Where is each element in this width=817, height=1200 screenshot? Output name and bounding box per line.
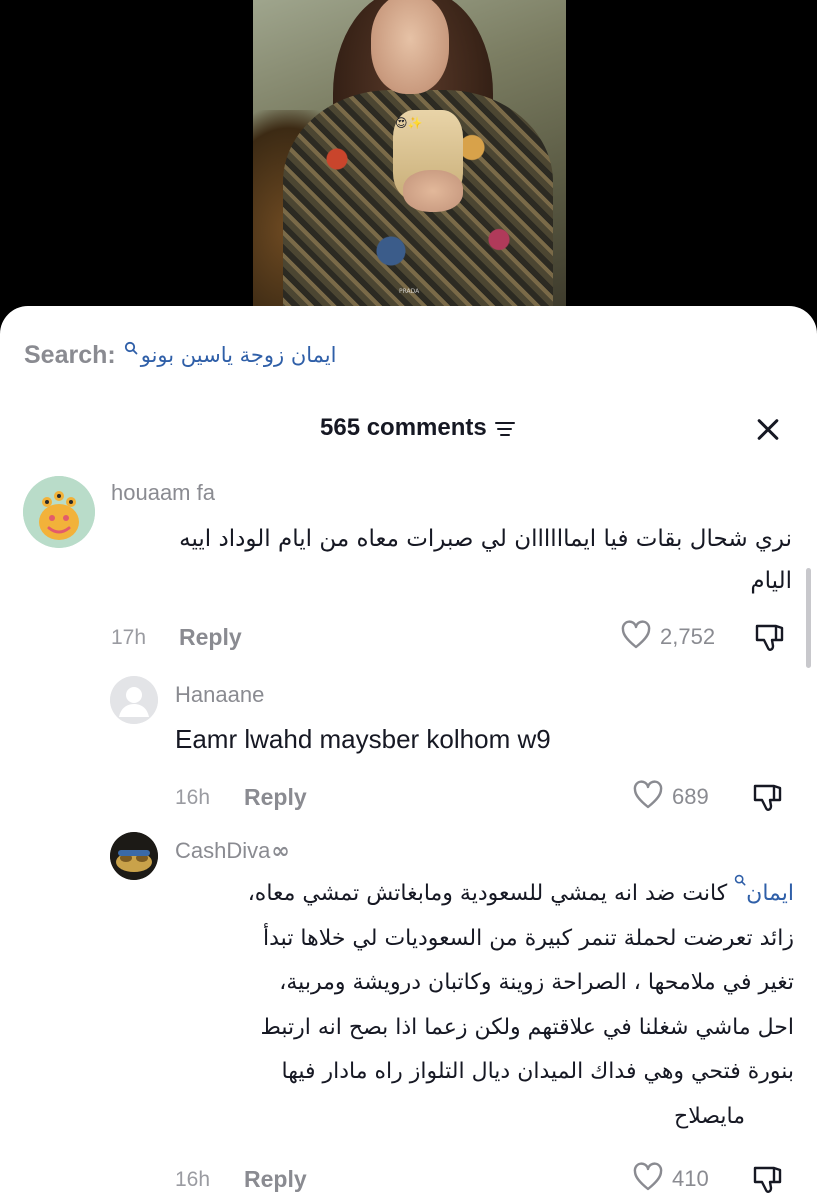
video-watermark: PRADA <box>399 288 420 295</box>
video-frame[interactable]: 😍✨ PRADA <box>253 0 566 306</box>
comment-text: ايمان كانت ضد انه يمشي للسعودية ومابغاتش… <box>160 872 794 1139</box>
comments-count-label: 565 comments <box>320 414 487 441</box>
avatar[interactable] <box>23 476 95 548</box>
mention-text[interactable]: ايمان <box>746 881 794 906</box>
comment-username-text[interactable]: CashDiva <box>175 838 270 863</box>
comment-text-line: تغير في ملامحها ، الصراحة زوينة وكاتبان … <box>279 970 794 995</box>
heart-icon[interactable] <box>620 620 652 654</box>
reply-button[interactable]: Reply <box>244 1166 307 1193</box>
comments-header: 565 comments <box>0 410 817 450</box>
dislike-icon[interactable] <box>750 782 786 818</box>
scrollbar[interactable] <box>806 568 811 668</box>
video-subject-face <box>371 0 449 94</box>
comment-text-segment: كانت ضد انه يمشي للسعودية ومابغاتش تمشي … <box>247 881 728 906</box>
close-icon[interactable] <box>748 410 788 450</box>
search-icon <box>734 874 746 886</box>
comment-text-line: بنورة فتحي وهي فداك الميدان ديال التلواز… <box>281 1059 795 1084</box>
like-count: 2,752 <box>660 624 716 649</box>
filter-icon[interactable] <box>494 420 515 436</box>
comment-time: 17h <box>111 626 147 649</box>
comment-actions: 16h Reply 410 <box>175 1162 817 1198</box>
comment-item: Hanaane Eamr lwahd maysber kolhom w9 16h… <box>0 676 817 816</box>
comment-username[interactable]: Hanaane <box>175 682 264 708</box>
comment-text-line: احل ماشي شغلنا في علاقتهم ولكن زعما اذا … <box>260 1014 794 1040</box>
reply-button[interactable]: Reply <box>244 784 307 811</box>
comment-text-line: زائد تعرضت لحملة تنمر كبيرة من السعوديات… <box>262 925 794 951</box>
dislike-icon[interactable] <box>750 1164 786 1200</box>
like-button[interactable]: 2,752 <box>620 620 715 654</box>
dislike-icon[interactable] <box>752 622 788 658</box>
comment-username[interactable]: houaam fa <box>111 480 215 506</box>
comments-sheet: Search: ايمان زوجة ياسين بونو 565 commen… <box>0 306 817 1200</box>
like-button[interactable]: 689 <box>632 780 709 814</box>
heart-icon[interactable] <box>632 1162 664 1196</box>
comment-text: نري شحال بقات فيا ايماااااان لي صبرات مع… <box>100 518 792 602</box>
search-icon <box>124 341 138 359</box>
video-area[interactable]: 😍✨ PRADA <box>0 0 817 330</box>
comments-count: 565 comments <box>320 414 515 442</box>
comment-text: Eamr lwahd maysber kolhom w9 <box>175 724 551 754</box>
like-count: 410 <box>672 1166 709 1191</box>
like-count: 689 <box>672 784 709 809</box>
comment-actions: 17h Reply 2,752 <box>111 620 811 656</box>
comment-item: CashDiva∞ ايمان كانت ضد انه يمشي للسعودي… <box>0 832 817 1200</box>
search-query-link[interactable]: ايمان زوجة ياسين بونو <box>124 341 337 367</box>
like-button[interactable]: 410 <box>632 1162 709 1196</box>
avatar[interactable] <box>110 676 158 724</box>
comment-time: 16h <box>175 786 211 809</box>
video-emoji-sticker: 😍✨ <box>395 116 423 130</box>
avatar[interactable] <box>110 832 158 880</box>
comment-text-line: نري شحال بقات فيا ايماااااان لي صبرات مع… <box>179 526 792 552</box>
infinity-badge: ∞ <box>271 839 290 864</box>
search-query-text[interactable]: ايمان زوجة ياسين بونو <box>141 343 337 367</box>
comment-actions: 16h Reply 689 <box>175 780 817 816</box>
mention-link[interactable]: ايمان <box>734 874 794 906</box>
search-label: Search: <box>24 340 116 369</box>
comment-item: houaam fa نري شحال بقات فيا ايماااااان ل… <box>0 474 817 664</box>
comment-time: 16h <box>175 1168 211 1191</box>
comment-text-line: ايمان كانت ضد انه يمشي للسعودية ومابغاتش… <box>160 872 794 917</box>
heart-icon[interactable] <box>632 780 664 814</box>
video-subject-hand <box>403 170 463 212</box>
reply-button[interactable]: Reply <box>179 624 242 651</box>
comment-text-line: مايصلاح <box>674 1103 746 1129</box>
comment-text-line: اليام <box>750 568 792 594</box>
search-suggestion[interactable]: Search: ايمان زوجة ياسين بونو <box>24 338 336 372</box>
comment-username[interactable]: CashDiva∞ <box>175 838 290 864</box>
